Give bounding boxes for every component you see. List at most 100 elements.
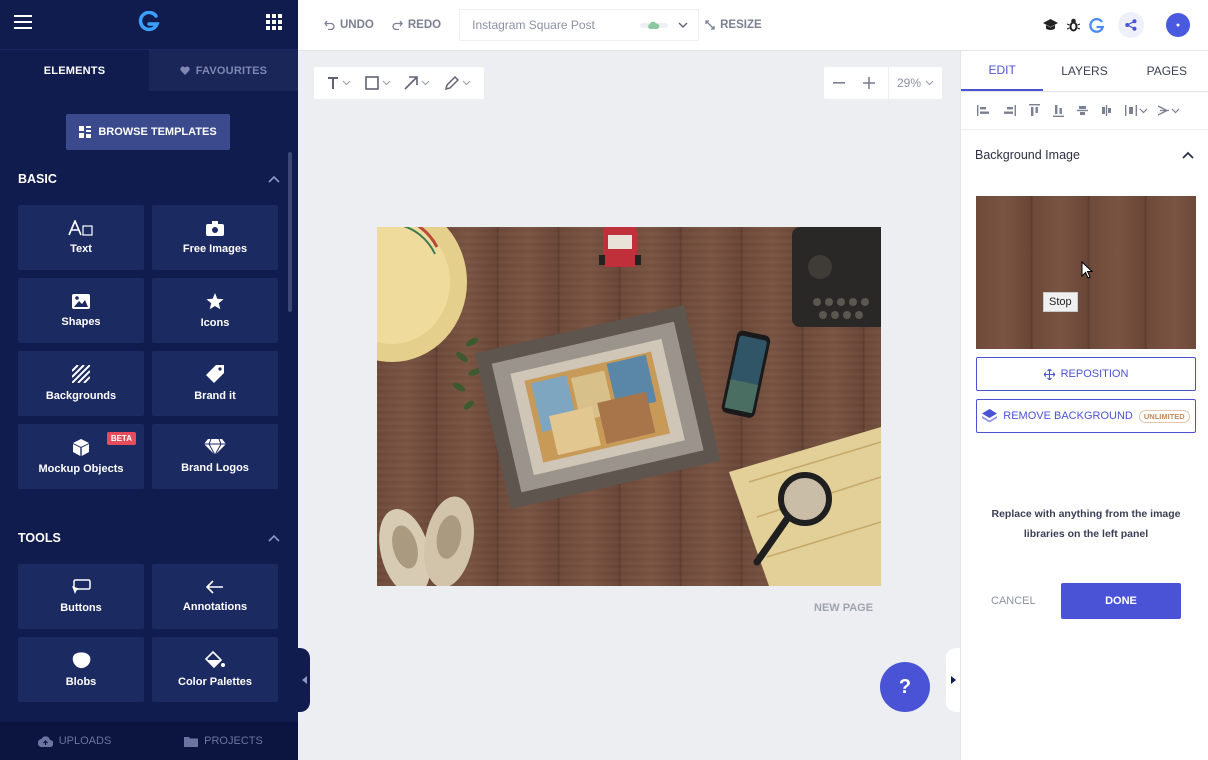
new-page-label: NEW PAGE — [814, 602, 874, 614]
tile-backgrounds[interactable]: Backgrounds — [18, 351, 144, 416]
star-icon — [206, 292, 224, 309]
sidebar-tabs: ELEMENTS FAVOURITES — [0, 50, 298, 91]
user-dot-icon — [1176, 23, 1180, 27]
align-left-icon — [977, 105, 989, 116]
tab-layers-label: LAYERS — [1061, 64, 1108, 78]
tile-free-images[interactable]: Free Images — [152, 205, 278, 270]
done-button[interactable]: DONE — [1061, 583, 1181, 619]
cursor-button-icon — [72, 579, 91, 594]
avatar[interactable] — [1166, 13, 1190, 37]
right-panel: EDIT LAYERS PAGES Background Image Stop … — [960, 51, 1208, 760]
tile-color-palettes[interactable]: Color Palettes — [152, 637, 278, 702]
logo[interactable] — [138, 10, 160, 38]
chevron-down-icon — [462, 80, 471, 86]
remove-background-button[interactable]: REMOVE BACKGROUND UNLIMITED — [976, 399, 1196, 433]
tab-elements[interactable]: ELEMENTS — [0, 50, 149, 91]
tile-brand-it[interactable]: Brand it — [152, 351, 278, 416]
align-left-button[interactable] — [977, 105, 990, 116]
align-right-button[interactable] — [1003, 105, 1016, 116]
tile-buttons[interactable]: Buttons — [18, 564, 144, 629]
tile-label: Shapes — [61, 315, 101, 328]
templates-icon — [79, 126, 92, 138]
tab-edit[interactable]: EDIT — [961, 51, 1044, 91]
chevron-down-icon[interactable] — [678, 22, 688, 28]
section-title: Background Image — [975, 148, 1080, 162]
chevron-right-icon — [950, 676, 956, 684]
section-tools[interactable]: TOOLS — [18, 531, 280, 545]
arrow-tool-dropdown[interactable] — [404, 76, 430, 90]
align-top-button[interactable] — [1029, 104, 1040, 117]
tile-text[interactable]: Text — [18, 205, 144, 270]
section-basic[interactable]: BASIC — [18, 172, 280, 186]
shape-tool-dropdown[interactable] — [364, 76, 391, 90]
paint-bucket-icon — [204, 651, 225, 669]
reposition-button[interactable]: REPOSITION — [976, 357, 1196, 391]
tile-mockup-objects[interactable]: BETA Mockup Objects — [18, 424, 144, 489]
cloud-saved-icon — [640, 21, 669, 29]
phone-image — [721, 330, 771, 418]
undo-button[interactable]: UNDO — [324, 19, 374, 31]
mouse-cursor-icon — [1081, 261, 1093, 279]
tile-annotations[interactable]: Annotations — [152, 564, 278, 629]
canvas-photo-scene — [377, 227, 881, 586]
tile-blobs[interactable]: Blobs — [18, 637, 144, 702]
resize-button[interactable]: RESIZE — [705, 19, 762, 31]
chevron-up-icon[interactable] — [1182, 151, 1194, 159]
chevron-up-icon[interactable] — [268, 175, 280, 183]
flip-dropdown[interactable] — [1158, 105, 1180, 116]
right-panel-collapse-handle[interactable] — [946, 648, 960, 712]
projects-tab[interactable]: PROJECTS — [149, 722, 298, 760]
tab-favourites[interactable]: FAVOURITES — [149, 50, 298, 91]
sidebar-collapse-handle[interactable] — [298, 648, 310, 712]
sidebar-scrollbar[interactable] — [288, 152, 292, 312]
apps-grid-icon[interactable] — [266, 14, 282, 35]
google-icon[interactable] — [1089, 17, 1104, 33]
distribute-dropdown[interactable] — [1125, 105, 1148, 116]
background-image-section-header[interactable]: Background Image — [961, 130, 1208, 180]
document-title-field[interactable]: Instagram Square Post — [459, 9, 700, 41]
tile-label: Annotations — [182, 601, 248, 613]
zoom-out-button[interactable] — [824, 82, 854, 84]
tile-icons[interactable]: Icons — [152, 278, 278, 343]
unlimited-badge: UNLIMITED — [1138, 409, 1190, 423]
graduation-cap-icon[interactable] — [1043, 19, 1058, 31]
cloud-upload-icon — [37, 735, 53, 747]
tab-pages[interactable]: PAGES — [1126, 51, 1208, 91]
photo-frame-image — [474, 304, 721, 510]
remove-background-label: REMOVE BACKGROUND — [1003, 410, 1133, 422]
text-tool-dropdown[interactable] — [327, 77, 351, 89]
left-sidebar: ELEMENTS FAVOURITES BROWSE TEMPLATES BAS… — [0, 0, 298, 760]
resize-label: RESIZE — [720, 19, 762, 31]
align-middle-icon — [1077, 106, 1088, 115]
align-middle-button[interactable] — [1077, 105, 1088, 116]
zoom-controls: 29% — [824, 67, 942, 99]
browse-templates-button[interactable]: BROWSE TEMPLATES — [66, 114, 230, 150]
straw-hat-image — [377, 227, 467, 362]
align-center-button[interactable] — [1101, 105, 1112, 116]
help-button[interactable]: ? — [880, 662, 930, 712]
cancel-button[interactable]: CANCEL — [991, 595, 1036, 607]
tab-elements-label: ELEMENTS — [43, 64, 106, 77]
uploads-tab[interactable]: UPLOADS — [0, 722, 149, 760]
bug-icon[interactable] — [1067, 18, 1080, 32]
zoom-value: 29% — [897, 76, 922, 90]
flip-icon — [1158, 105, 1169, 116]
square-icon — [364, 76, 379, 90]
chevron-up-icon[interactable] — [268, 534, 280, 542]
toy-car-image — [599, 227, 641, 267]
draw-tool-dropdown[interactable] — [444, 75, 471, 91]
tab-layers[interactable]: LAYERS — [1043, 51, 1125, 91]
tile-brand-logos[interactable]: Brand Logos — [152, 424, 278, 489]
replace-hint-text: Replace with anything from the image lib… — [991, 508, 1181, 540]
share-button[interactable] — [1118, 12, 1144, 38]
new-page-button[interactable]: NEW PAGE — [814, 602, 873, 614]
redo-button[interactable]: REDO — [392, 19, 441, 31]
align-bottom-button[interactable] — [1053, 104, 1064, 117]
tile-shapes[interactable]: Shapes — [18, 278, 144, 343]
background-image-preview[interactable]: Stop — [976, 196, 1196, 349]
menu-icon[interactable] — [14, 15, 32, 34]
camera-icon — [206, 220, 224, 236]
zoom-select[interactable]: 29% — [888, 67, 934, 99]
design-canvas[interactable] — [377, 227, 881, 586]
zoom-in-button[interactable] — [854, 77, 884, 89]
